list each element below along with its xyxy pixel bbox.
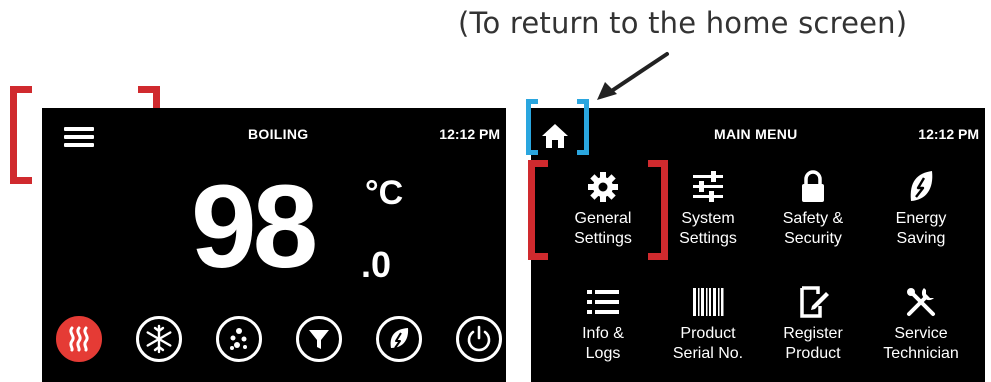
barcode-icon [693,288,724,316]
menu-label-line2: Settings [679,230,737,247]
leaf-icon [910,171,933,201]
sparkling-mode-button[interactable] [216,316,262,362]
tools-icon [907,288,935,316]
menu-product-serial[interactable]: Product Serial No. [653,284,763,380]
menu-register-product[interactable]: Register Product [758,284,868,380]
menu-label-line2: Product [785,345,841,362]
highlight-bracket-home-right [577,99,589,155]
heat-mode-button[interactable] [56,316,102,362]
menu-service-technician[interactable]: Service Technician [866,284,976,380]
screen-title: BOILING [248,126,309,142]
menu-label-line1: Register [783,325,843,342]
highlight-bracket-general-right [648,160,668,260]
filter-mode-button[interactable] [296,316,342,362]
menu-label-line2: Serial No. [672,345,744,362]
menu-info-logs[interactable]: Info & Logs [548,284,658,380]
eco-mode-button[interactable] [376,316,422,362]
highlight-bracket-general-left [528,160,548,260]
temperature-unit: °C [365,174,404,212]
temperature-decimal: .0 [361,244,392,285]
menu-label-line1: Product [680,325,736,342]
menu-label-line1: Energy [895,210,947,227]
power-icon [467,325,491,352]
home-button[interactable] [537,118,573,154]
menu-label-line1: Safety & [782,210,844,227]
screen-title: MAIN MENU [714,126,798,142]
list-icon [587,290,619,314]
snowflake-icon [146,324,172,354]
annotation-text: (To return to the home screen) [458,6,908,40]
menu-label-line2: Settings [574,230,632,247]
menu-label-line1: Info & [582,325,624,342]
menu-general-settings[interactable]: General Settings [548,169,658,265]
filter-icon [309,330,329,349]
lock-icon [802,170,824,202]
menu-label-line2: Logs [585,345,621,362]
heat-icon [69,326,89,352]
register-icon [800,286,829,318]
menu-hamburger-icon[interactable] [61,121,97,153]
main-menu-screen: MAIN MENU 12:12 PM General Settings Syste… [531,108,985,382]
leaf-icon [390,328,409,349]
bubbles-icon [230,328,247,350]
menu-label-line2: Technician [883,345,959,362]
clock-time: 12:12 PM [439,126,500,142]
sliders-icon [693,171,723,202]
home-icon [542,124,568,148]
highlight-bracket-home-left [526,99,538,155]
highlight-bracket-left [10,86,32,184]
boiling-screen: BOILING 12:12 PM 98 °C .0 [42,108,506,382]
temperature-value: 98 [191,161,318,293]
chill-mode-button[interactable] [136,316,182,362]
pointer-arrow-icon [597,52,669,100]
clock-time: 12:12 PM [918,126,979,142]
menu-label-line2: Saving [896,230,946,247]
menu-label-line1: System [681,210,735,227]
power-button[interactable] [456,316,502,362]
menu-label-line2: Security [784,230,842,247]
menu-system-settings[interactable]: System Settings [653,169,763,265]
menu-label-line1: Service [894,325,948,342]
menu-energy-saving[interactable]: Energy Saving [866,169,976,265]
gear-icon [588,172,618,202]
menu-label-line1: General [574,210,632,227]
menu-safety-security[interactable]: Safety & Security [758,169,868,265]
